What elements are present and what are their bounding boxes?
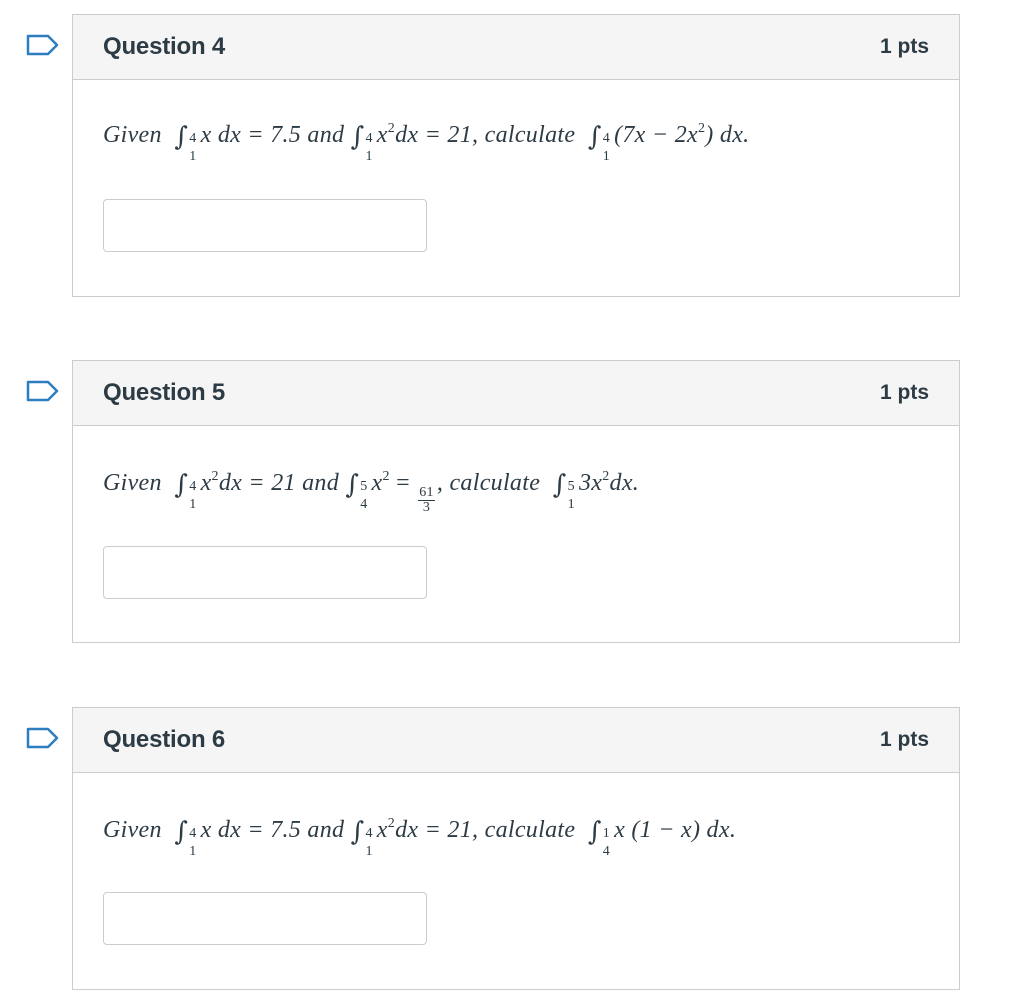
integral-limits: 51 xyxy=(567,479,575,512)
question-6: Question 6 1 pts Given ∫ 4 1 x dx = 7.5 and… xyxy=(26,707,960,990)
integral-limits: 41 xyxy=(189,131,197,164)
given-word: Given xyxy=(103,470,162,496)
exponent: 2 xyxy=(602,469,610,484)
integral-2-base: x xyxy=(371,470,383,496)
integral-limits: 14 xyxy=(602,826,611,859)
integral-limits: 41 xyxy=(189,826,197,859)
question-card: Question 5 1 pts Given ∫ 4 1 x2dx = 21 and … xyxy=(72,360,960,643)
question-title: Question 6 xyxy=(103,726,226,753)
exponent: 2 xyxy=(382,469,390,484)
integral-sign: ∫ xyxy=(174,470,189,500)
question-text: Given ∫ 4 1 x dx = 7.5 and ∫ 4 1 x2dx = 21, ca… xyxy=(103,122,749,164)
integral-sign: ∫ xyxy=(174,817,189,847)
integral-limits: 54 xyxy=(360,479,368,512)
integral-limits: 41 xyxy=(189,479,197,512)
answer-input[interactable] xyxy=(103,199,427,252)
answer-input[interactable] xyxy=(103,892,427,945)
exponent: 2 xyxy=(387,121,396,136)
integral-3-expr: x (1 − x) dx. xyxy=(614,817,737,843)
integral-1-expr: x dx = 7.5 xyxy=(200,817,302,843)
calculate-word: calculate xyxy=(484,817,576,843)
integral-1-expr: x dx = 7.5 xyxy=(200,122,302,148)
integral-sign: ∫ xyxy=(552,470,567,500)
question-title: Question 4 xyxy=(103,33,226,60)
integral-3-expr-a: (7x − 2x xyxy=(614,122,698,148)
fraction-numerator: 61 xyxy=(418,485,435,501)
and-word: and xyxy=(307,817,345,843)
given-word: Given xyxy=(103,817,162,843)
and-word: and xyxy=(307,122,345,148)
integral-limits: 41 xyxy=(602,131,611,164)
bookmark-flag-icon[interactable] xyxy=(26,34,60,56)
question-header: Question 4 1 pts xyxy=(73,15,959,80)
integral-sign: ∫ xyxy=(587,817,602,847)
question-body: Given ∫ 4 1 x dx = 7.5 and ∫ 4 1 x2dx = 21, ca… xyxy=(73,80,959,296)
question-points: 1 pts xyxy=(879,35,929,58)
calculate-word: calculate xyxy=(449,470,541,496)
calculate-word: calculate xyxy=(484,122,576,148)
question-text: Given ∫ 4 1 x2dx = 21 and ∫ 5 4 x2 = 61 3, calc… xyxy=(103,470,639,515)
integral-3-rest: dx. xyxy=(609,470,640,496)
exponent: 2 xyxy=(211,469,219,484)
equals-sign: = xyxy=(396,470,410,496)
exponent: 2 xyxy=(387,816,396,831)
question-points: 1 pts xyxy=(879,728,929,751)
question-points: 1 pts xyxy=(879,381,929,404)
integral-3-expr-b: ) dx. xyxy=(705,122,750,148)
integral-2-base: x xyxy=(376,122,388,148)
question-5: Question 5 1 pts Given ∫ 4 1 x2dx = 21 and … xyxy=(26,360,960,643)
question-title: Question 5 xyxy=(103,379,226,406)
and-word: and xyxy=(302,470,340,496)
question-card: Question 6 1 pts Given ∫ 4 1 x dx = 7.5 and… xyxy=(72,707,960,990)
integral-1-base: x xyxy=(200,470,212,496)
fraction: 61 3 xyxy=(418,486,435,515)
given-word: Given xyxy=(103,122,162,148)
question-body: Given ∫ 4 1 x2dx = 21 and ∫ 5 4 x2 = 61 3, calc… xyxy=(73,426,959,642)
integral-limits: 41 xyxy=(365,131,373,164)
integral-1-rest: dx = 21 xyxy=(218,470,296,496)
integral-sign: ∫ xyxy=(350,122,365,152)
bookmark-flag-icon[interactable] xyxy=(26,727,60,749)
question-text: Given ∫ 4 1 x dx = 7.5 and ∫ 4 1 x2dx = 21, ca… xyxy=(103,817,736,859)
integral-sign: ∫ xyxy=(345,470,360,500)
integral-limits: 41 xyxy=(365,826,373,859)
answer-input[interactable] xyxy=(103,546,427,599)
integral-2-rest: dx = 21, xyxy=(395,122,479,148)
question-body: Given ∫ 4 1 x dx = 7.5 and ∫ 4 1 x2dx = 21, ca… xyxy=(73,773,959,989)
integral-sign: ∫ xyxy=(587,122,602,152)
integral-3-base: 3x xyxy=(578,470,603,496)
integral-2-base: x xyxy=(376,817,388,843)
question-4: Question 4 1 pts Given ∫ 4 1 x dx = 7.5 and… xyxy=(26,14,960,297)
question-header: Question 6 1 pts xyxy=(73,708,959,773)
integral-2-rest: dx = 21, xyxy=(395,817,479,843)
integral-sign: ∫ xyxy=(350,817,365,847)
integral-sign: ∫ xyxy=(174,122,189,152)
comma: , xyxy=(436,470,444,496)
bookmark-flag-icon[interactable] xyxy=(26,380,60,402)
question-header: Question 5 1 pts xyxy=(73,361,959,426)
fraction-denominator: 3 xyxy=(422,500,431,515)
question-card: Question 4 1 pts Given ∫ 4 1 x dx = 7.5 and… xyxy=(72,14,960,297)
